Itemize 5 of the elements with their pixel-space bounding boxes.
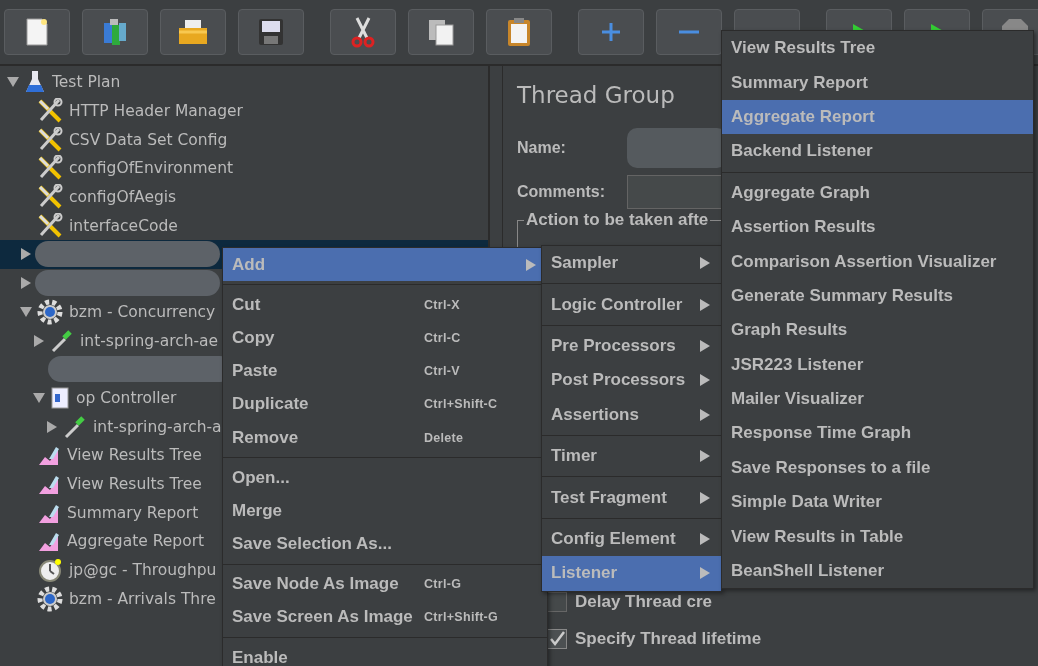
panel-title: Thread Group <box>517 82 675 108</box>
comments-label: Comments: <box>517 183 606 201</box>
name-label: Name: <box>517 139 567 157</box>
checkbox-label: Delay Thread cre <box>575 591 712 612</box>
checkbox-label: Specify Thread lifetime <box>575 628 762 649</box>
